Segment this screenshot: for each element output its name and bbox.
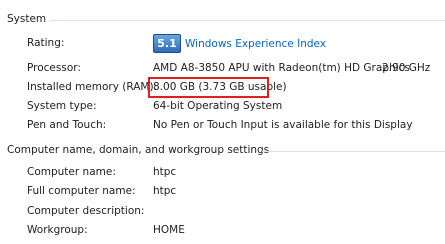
processor-label: Processor: bbox=[27, 62, 81, 74]
system-section-divider bbox=[50, 20, 445, 21]
processor-speed: 2.90 GHz bbox=[382, 62, 431, 74]
wei-score-badge[interactable]: 5.1 bbox=[153, 34, 181, 53]
computer-description-row: Computer description: bbox=[0, 203, 445, 219]
processor-value: AMD A8-3850 APU with Radeon(tm) HD Graph… bbox=[153, 62, 410, 74]
system-section-heading: System bbox=[7, 13, 47, 25]
pen-touch-label: Pen and Touch: bbox=[27, 119, 107, 131]
pen-touch-row: Pen and Touch: No Pen or Touch Input is … bbox=[0, 117, 445, 133]
memory-label: Installed memory (RAM): bbox=[27, 81, 158, 93]
system-type-row: System type: 64-bit Operating System bbox=[0, 98, 445, 114]
computer-name-section-divider bbox=[262, 151, 445, 152]
computer-description-label: Computer description: bbox=[27, 205, 145, 217]
pen-touch-value: No Pen or Touch Input is available for t… bbox=[153, 119, 413, 131]
full-computer-name-row: Full computer name: htpc bbox=[0, 183, 445, 199]
memory-highlight-box bbox=[148, 77, 269, 98]
processor-row: Processor: AMD A8-3850 APU with Radeon(t… bbox=[0, 60, 445, 76]
system-type-label: System type: bbox=[27, 100, 97, 112]
workgroup-row: Workgroup: HOME bbox=[0, 222, 445, 238]
windows-experience-index-link[interactable]: Windows Experience Index bbox=[185, 36, 326, 52]
workgroup-value: HOME bbox=[153, 224, 185, 236]
computer-name-section-heading: Computer name, domain, and workgroup set… bbox=[7, 144, 270, 156]
rating-label: Rating: bbox=[27, 37, 65, 49]
full-computer-name-label: Full computer name: bbox=[27, 185, 136, 197]
computer-name-value: htpc bbox=[153, 166, 177, 178]
system-type-value: 64-bit Operating System bbox=[153, 100, 283, 112]
full-computer-name-value: htpc bbox=[153, 185, 177, 197]
computer-name-row: Computer name: htpc bbox=[0, 164, 445, 180]
computer-name-label: Computer name: bbox=[27, 166, 116, 178]
workgroup-label: Workgroup: bbox=[27, 224, 88, 236]
